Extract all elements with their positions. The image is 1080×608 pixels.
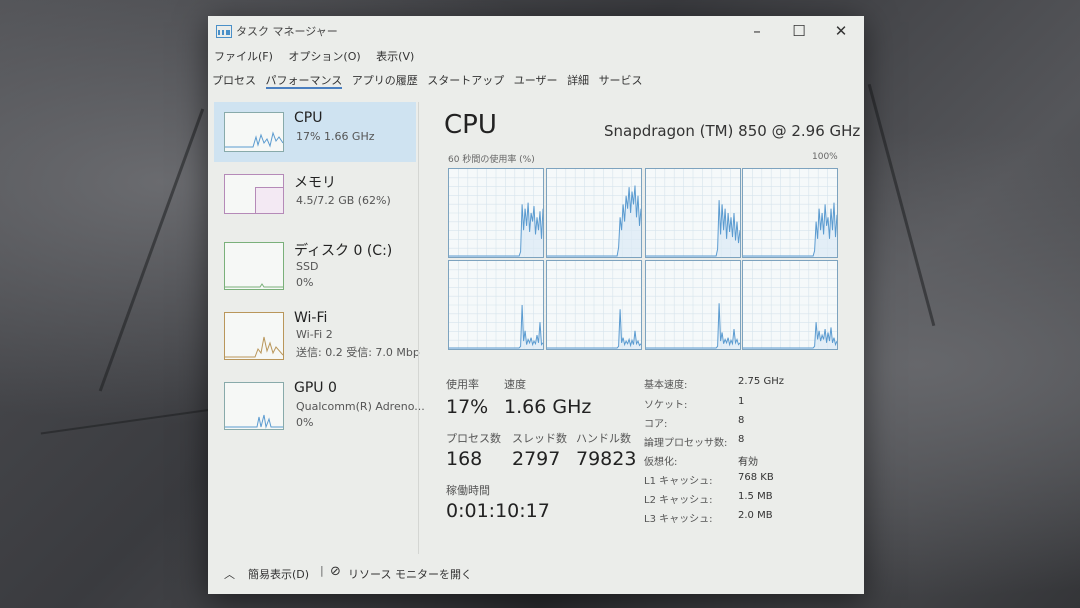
cpu-core-graph-0 bbox=[448, 168, 544, 258]
sidebar-disk-title: ディスク 0 (C:) bbox=[294, 243, 393, 259]
page-title: CPU bbox=[444, 110, 497, 140]
close-button[interactable]: ✕ bbox=[820, 18, 862, 44]
cpu-thumbnail-graph bbox=[224, 112, 284, 152]
footer-divider: | bbox=[320, 564, 324, 577]
cpu-model: Snapdragon (TM) 850 @ 2.96 GHz bbox=[604, 122, 861, 140]
tab-performance[interactable]: パフォーマンス bbox=[265, 74, 343, 89]
spec-sockets-value: 1 bbox=[738, 396, 745, 407]
cpu-core-graph-4 bbox=[448, 260, 544, 350]
spec-base-speed-value: 2.75 GHz bbox=[738, 376, 784, 387]
graph-max-label: 100% bbox=[812, 152, 838, 162]
spec-cores-value: 8 bbox=[738, 415, 745, 426]
sidebar-item-wifi[interactable]: Wi-Fi Wi-Fi 2 送信: 0.2 受信: 7.0 Mbp bbox=[214, 302, 420, 362]
menu-options[interactable]: オプション(O) bbox=[288, 50, 360, 63]
sidebar-wifi-adapter: Wi-Fi 2 bbox=[296, 328, 333, 341]
title-bar[interactable]: タスク マネージャー – ☐ ✕ bbox=[208, 16, 864, 46]
handle-count-value: 79823 bbox=[576, 448, 637, 470]
sidebar-memory-title: メモリ bbox=[294, 175, 336, 191]
sidebar-gpu-usage: 0% bbox=[296, 416, 314, 429]
task-manager-icon bbox=[216, 25, 232, 38]
spec-base-speed-key: 基本速度: bbox=[644, 380, 688, 391]
disk-thumbnail-graph bbox=[224, 242, 284, 290]
sidebar-item-disk[interactable]: ディスク 0 (C:) SSD 0% bbox=[214, 232, 416, 292]
thread-count-value: 2797 bbox=[512, 448, 561, 470]
sidebar-disk-type: SSD bbox=[296, 260, 319, 273]
cpu-core-graph-2 bbox=[645, 168, 741, 258]
sidebar-cpu-title: CPU bbox=[294, 110, 323, 126]
tab-users[interactable]: ユーザー bbox=[514, 74, 558, 87]
maximize-button[interactable]: ☐ bbox=[778, 18, 820, 44]
sidebar-item-cpu[interactable]: CPU 17% 1.66 GHz bbox=[214, 102, 416, 162]
usage-label: 使用率 bbox=[446, 378, 479, 391]
tab-app-history[interactable]: アプリの履歴 bbox=[352, 74, 418, 87]
cpu-core-graph-5 bbox=[546, 260, 642, 350]
spec-sockets-key: ソケット: bbox=[644, 400, 688, 411]
footer-bar: ︿ 簡易表示(D) | ⊘ リソース モニターを開く bbox=[208, 556, 864, 594]
cpu-core-graph-3 bbox=[742, 168, 838, 258]
cpu-core-graph-1 bbox=[546, 168, 642, 258]
sidebar-wifi-throughput: 送信: 0.2 受信: 7.0 Mbp bbox=[296, 346, 420, 359]
thread-count-label: スレッド数 bbox=[512, 432, 567, 445]
spec-logical-key: 論理プロセッサ数: bbox=[644, 438, 728, 449]
sidebar-item-memory[interactable]: メモリ 4.5/7.2 GB (62%) bbox=[214, 164, 416, 224]
sidebar-item-gpu[interactable]: GPU 0 Qualcomm(R) Adreno... 0% bbox=[214, 372, 425, 432]
process-count-label: プロセス数 bbox=[446, 432, 501, 445]
spec-l3-key: L3 キャッシュ: bbox=[644, 514, 713, 525]
sidebar-cpu-usage: 17% 1.66 GHz bbox=[296, 130, 375, 143]
task-manager-window: タスク マネージャー – ☐ ✕ ファイル(F) オプション(O) 表示(V) … bbox=[208, 16, 864, 594]
chevron-up-icon[interactable]: ︿ bbox=[224, 566, 235, 582]
spec-logical-value: 8 bbox=[738, 434, 745, 445]
uptime-label: 稼働時間 bbox=[446, 484, 490, 497]
tab-processes[interactable]: プロセス bbox=[212, 74, 256, 87]
minimize-button[interactable]: – bbox=[736, 18, 778, 44]
tab-startup[interactable]: スタートアップ bbox=[427, 74, 504, 87]
sidebar-gpu-title: GPU 0 bbox=[294, 380, 337, 396]
spec-virtualization-key: 仮想化: bbox=[644, 457, 678, 468]
sidebar-wifi-title: Wi-Fi bbox=[294, 310, 328, 326]
memory-thumbnail-graph bbox=[224, 174, 284, 214]
cpu-core-graph-6 bbox=[645, 260, 741, 350]
open-resource-monitor-link[interactable]: リソース モニターを開く bbox=[348, 566, 472, 582]
resource-monitor-icon[interactable]: ⊘ bbox=[330, 564, 341, 579]
gpu-thumbnail-graph bbox=[224, 382, 284, 430]
spec-virtualization-value: 有効 bbox=[738, 457, 758, 468]
tab-details[interactable]: 詳細 bbox=[567, 74, 589, 87]
tab-bar: プロセス パフォーマンス アプリの履歴 スタートアップ ユーザー 詳細 サービス bbox=[212, 72, 649, 89]
sidebar-gpu-name: Qualcomm(R) Adreno... bbox=[296, 400, 425, 413]
process-count-value: 168 bbox=[446, 448, 483, 470]
fewer-details-link[interactable]: 簡易表示(D) bbox=[248, 566, 309, 582]
window-title: タスク マネージャー bbox=[236, 25, 338, 38]
menu-file[interactable]: ファイル(F) bbox=[214, 50, 273, 63]
speed-value: 1.66 GHz bbox=[504, 396, 592, 418]
speed-label: 速度 bbox=[504, 378, 526, 391]
sidebar-disk-usage: 0% bbox=[296, 276, 314, 289]
pane-divider[interactable] bbox=[418, 102, 419, 554]
resource-sidebar: CPU 17% 1.66 GHz メモリ 4.5/7.2 GB (62%) ディ… bbox=[214, 102, 425, 554]
cpu-core-graph-7 bbox=[742, 260, 838, 350]
usage-value: 17% bbox=[446, 396, 489, 418]
spec-l1-value: 768 KB bbox=[738, 472, 774, 483]
wifi-thumbnail-graph bbox=[224, 312, 284, 360]
uptime-value: 0:01:10:17 bbox=[446, 500, 550, 522]
spec-l1-key: L1 キャッシュ: bbox=[644, 476, 713, 487]
spec-l3-value: 2.0 MB bbox=[738, 510, 773, 521]
tab-services[interactable]: サービス bbox=[599, 74, 643, 87]
graph-caption: 60 秒間の使用率 (%) bbox=[448, 155, 535, 165]
spec-cores-key: コア: bbox=[644, 419, 668, 430]
spec-l2-key: L2 キャッシュ: bbox=[644, 495, 713, 506]
handle-count-label: ハンドル数 bbox=[576, 432, 631, 445]
spec-l2-value: 1.5 MB bbox=[738, 491, 773, 502]
menu-bar: ファイル(F) オプション(O) 表示(V) bbox=[214, 48, 426, 64]
sidebar-memory-usage: 4.5/7.2 GB (62%) bbox=[296, 194, 391, 207]
menu-view[interactable]: 表示(V) bbox=[376, 50, 414, 63]
